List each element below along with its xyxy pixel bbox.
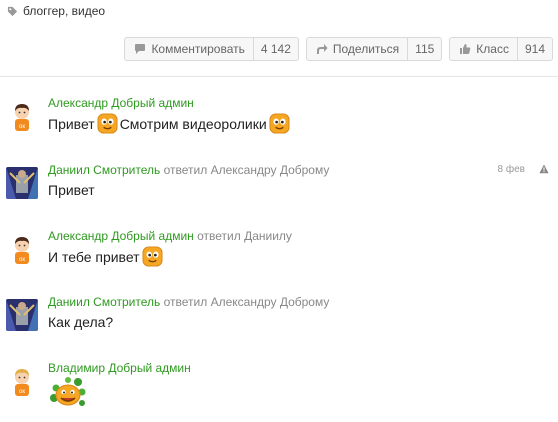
comment-header: Даниил Смотритель ответил Александру Доб…	[48, 163, 329, 177]
reply-prefix: ответил	[163, 163, 208, 177]
comment-item: ок Александр Добрый админ Привет Смотрим…	[0, 96, 558, 156]
avatar[interactable]: ок	[6, 365, 38, 397]
avatar[interactable]	[6, 299, 38, 331]
sticker-icon	[50, 377, 86, 406]
comment-text-part: Как дела?	[48, 314, 114, 330]
reply-prefix: ответил	[163, 295, 208, 309]
smiley-icon	[269, 113, 290, 134]
share-label: Поделиться	[332, 42, 400, 56]
comment-date: 8 фев	[497, 164, 525, 175]
comment-button[interactable]: Комментировать 4 142	[124, 37, 299, 61]
tag-icon	[7, 6, 18, 16]
comment-text-part: И тебе привет	[48, 248, 140, 265]
comment-count[interactable]: 4 142	[252, 38, 298, 60]
comment-text: Привет Смотрим видеоролики	[48, 113, 292, 134]
comment-icon	[135, 44, 146, 54]
smiley-icon	[142, 246, 163, 267]
svg-text:ок: ок	[19, 257, 25, 263]
comment-text: Как дела?	[48, 312, 113, 332]
svg-text:ок: ок	[19, 389, 25, 395]
share-button[interactable]: Поделиться 115	[305, 37, 443, 61]
reply-info: ответил Александру Доброму	[164, 295, 330, 309]
reply-to-link[interactable]: Александру Доброму	[211, 295, 330, 309]
tags: блоггер, видео	[7, 3, 105, 19]
comment-author[interactable]: Даниил Смотритель	[48, 163, 160, 177]
comment-header: Владимир Добрый админ	[48, 361, 191, 375]
actions-bar: Комментировать 4 142 Поделиться 115 Клас…	[124, 37, 553, 61]
comment-text-part: Смотрим видеоролики	[119, 115, 267, 132]
comment-author[interactable]: Даниил Смотритель	[48, 295, 160, 309]
divider	[0, 76, 558, 77]
comment-item: Даниил Смотритель ответил Александру Доб…	[0, 163, 558, 223]
comment-text: И тебе привет	[48, 246, 165, 267]
avatar[interactable]: ок	[6, 100, 38, 132]
smiley-icon	[97, 113, 118, 134]
comment-header: Александр Добрый админ	[48, 96, 194, 110]
comment-author[interactable]: Владимир Добрый админ	[48, 361, 191, 375]
comment-text-part: Привет	[48, 115, 95, 132]
comment-header: Даниил Смотритель ответил Александру Доб…	[48, 295, 329, 309]
comment-text-part: Привет	[48, 182, 95, 198]
like-button[interactable]: Класс 914	[449, 37, 553, 61]
like-icon	[460, 44, 471, 54]
reply-info: ответил Даниилу	[197, 229, 292, 243]
svg-text:ок: ок	[19, 124, 25, 130]
comment-author[interactable]: Александр Добрый админ	[48, 229, 194, 243]
reply-prefix: ответил	[197, 229, 241, 243]
comment-item: Даниил Смотритель ответил Александру Доб…	[0, 295, 558, 355]
comment-item: ок Александр Добрый админ ответил Даниил…	[0, 229, 558, 289]
share-icon	[316, 44, 328, 54]
comment-item: ок Владимир Добрый админ	[0, 361, 558, 421]
avatar[interactable]: ок	[6, 233, 38, 265]
comment-header: Александр Добрый админ ответил Даниилу	[48, 229, 292, 243]
comment-label: Комментировать	[151, 42, 245, 56]
reply-to-link[interactable]: Александру Доброму	[211, 163, 330, 177]
comment-text: Привет	[48, 180, 95, 200]
like-count[interactable]: 914	[516, 38, 552, 60]
like-label: Класс	[476, 42, 509, 56]
comment-author[interactable]: Александр Добрый админ	[48, 96, 194, 110]
tags-text[interactable]: блоггер, видео	[23, 4, 105, 18]
reply-info: ответил Александру Доброму	[164, 163, 330, 177]
avatar[interactable]	[6, 167, 38, 199]
warning-icon[interactable]	[539, 164, 549, 174]
share-count[interactable]: 115	[407, 38, 441, 60]
reply-to-link[interactable]: Даниилу	[244, 229, 292, 243]
